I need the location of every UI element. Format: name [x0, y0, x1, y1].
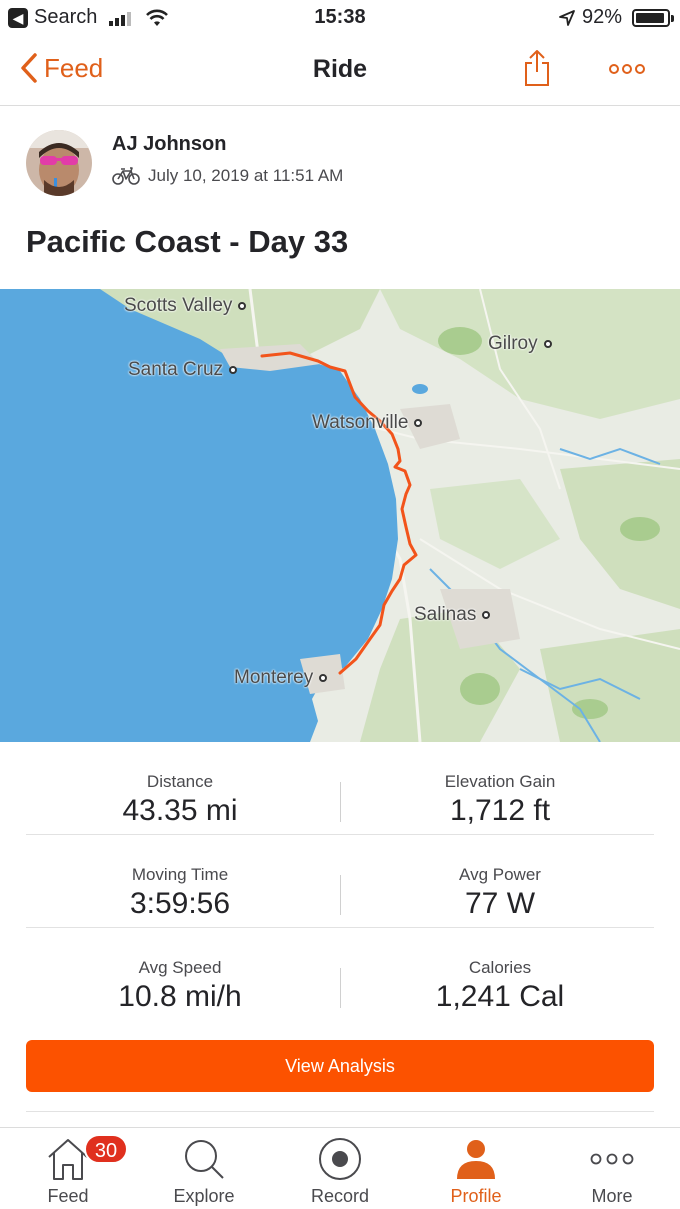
stats-row: Avg Speed 10.8 mi/h Calories 1,241 Cal [26, 928, 654, 1021]
map-label-monterey: Monterey [234, 667, 328, 689]
place-dot [414, 419, 423, 427]
battery-tip [671, 14, 674, 22]
stat-label: Elevation Gain [444, 772, 556, 791]
more-options-button[interactable] [608, 62, 646, 80]
tab-record[interactable]: Record [272, 1128, 408, 1209]
more-dots-icon [609, 64, 645, 74]
battery-percent: 92% [581, 6, 622, 28]
section-divider [26, 1111, 654, 1112]
profile-icon [457, 1140, 495, 1179]
activity-datetime: July 10, 2019 at 11:51 AM [148, 166, 344, 185]
stat-label: Moving Time [131, 865, 229, 884]
battery-fill [636, 12, 664, 23]
stat-calories: Calories 1,241 Cal [340, 928, 660, 1014]
stat-value: 43.35 mi [122, 794, 238, 827]
place-dot [238, 302, 247, 310]
stat-label: Distance [146, 772, 214, 791]
avatar[interactable] [26, 130, 92, 196]
tab-icon-wrap [408, 1136, 544, 1182]
stat-avg-speed: Avg Speed 10.8 mi/h [0, 928, 360, 1014]
stat-label: Calories [468, 958, 532, 977]
tab-label: More [591, 1186, 633, 1206]
view-analysis-button[interactable]: View Analysis [26, 1040, 654, 1092]
stats-row: Moving Time 3:59:56 Avg Power 77 W [26, 835, 654, 928]
tab-bar: 30 Feed Explore Record Profile More [0, 1127, 680, 1209]
tab-more[interactable]: More [544, 1128, 680, 1209]
page-title: Ride [312, 55, 368, 83]
status-bar: ◀ Search 15:38 92% [0, 0, 680, 36]
stat-value: 3:59:56 [129, 887, 231, 920]
place-name: Gilroy [488, 333, 538, 354]
stat-label: Avg Power [459, 865, 541, 884]
tab-icon-wrap [544, 1136, 680, 1182]
tab-icon-wrap [272, 1136, 408, 1182]
tab-explore[interactable]: Explore [136, 1128, 272, 1209]
feed-badge: 30 [84, 1134, 128, 1164]
search-icon [185, 1140, 224, 1179]
map-label-santa-cruz: Santa Cruz [128, 359, 238, 381]
stats-row: Distance 43.35 mi Elevation Gain 1,712 f… [26, 742, 654, 835]
tab-label: Feed [47, 1186, 89, 1206]
place-name: Monterey [234, 667, 314, 688]
place-name: Salinas [414, 604, 477, 625]
activity-title: Pacific Coast - Day 33 [26, 224, 349, 259]
tab-label: Profile [450, 1186, 502, 1206]
stat-value: 1,712 ft [449, 794, 551, 827]
share-icon [525, 50, 549, 86]
place-dot [482, 611, 491, 619]
share-button[interactable] [522, 48, 552, 93]
place-dot [319, 674, 328, 682]
bike-icon [112, 167, 140, 185]
map-label-watsonville: Watsonville [312, 412, 423, 434]
map-label-salinas: Salinas [414, 604, 491, 626]
tab-feed[interactable]: 30 Feed [0, 1128, 136, 1209]
stat-value: 1,241 Cal [435, 980, 565, 1013]
athlete-name[interactable]: AJ Johnson [112, 133, 226, 156]
more-dots-icon [590, 1153, 634, 1165]
athlete-photo-icon [26, 130, 92, 196]
tab-label: Explore [173, 1186, 235, 1206]
stat-value: 77 W [464, 887, 536, 920]
map-label-scotts-valley: Scotts Valley [124, 295, 247, 317]
place-name: Scotts Valley [124, 295, 233, 316]
location-arrow-icon [559, 9, 575, 26]
map-label-gilroy: Gilroy [488, 333, 552, 355]
status-right: 92% [558, 6, 674, 29]
stat-label: Avg Speed [138, 958, 222, 977]
activity-meta: July 10, 2019 at 11:51 AM [112, 166, 343, 186]
record-icon [319, 1138, 361, 1180]
place-name: Santa Cruz [128, 359, 224, 380]
battery-icon [632, 8, 674, 27]
tab-label: Record [310, 1186, 370, 1206]
route-map[interactable]: Scotts Valley Santa Cruz Gilroy Watsonvi… [0, 289, 680, 742]
stats-grid: Distance 43.35 mi Elevation Gain 1,712 f… [26, 742, 654, 1021]
place-name: Watsonville [312, 412, 409, 433]
stat-moving-time: Moving Time 3:59:56 [0, 835, 360, 921]
stat-value: 10.8 mi/h [118, 980, 242, 1013]
nav-bar: Feed Ride [0, 36, 680, 106]
tab-profile[interactable]: Profile [408, 1128, 544, 1209]
stat-distance: Distance 43.35 mi [0, 742, 360, 828]
stat-elevation-gain: Elevation Gain 1,712 ft [340, 742, 660, 828]
map-canvas [0, 289, 680, 742]
tab-icon-wrap [136, 1136, 272, 1182]
place-dot [229, 366, 238, 374]
stat-avg-power: Avg Power 77 W [340, 835, 660, 921]
place-dot [543, 340, 552, 348]
